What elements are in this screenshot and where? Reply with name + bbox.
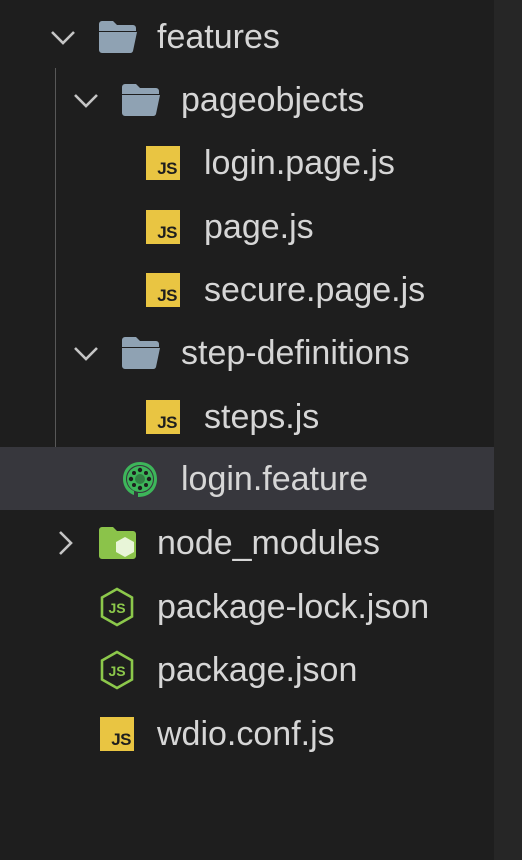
chevron-right-icon[interactable] xyxy=(50,528,80,558)
tree-item-wdio-conf-js[interactable]: JS wdio.conf.js xyxy=(0,702,494,765)
chevron-down-icon[interactable] xyxy=(71,338,101,368)
js-file-icon: JS xyxy=(146,145,180,180)
tree-item-login-feature[interactable]: login.feature xyxy=(0,447,494,510)
chevron-down-icon[interactable] xyxy=(71,85,101,115)
tree-item-label: steps.js xyxy=(204,397,320,436)
tree-item-package-lock-json[interactable]: JS package-lock.json xyxy=(0,575,494,638)
tree-item-label: page.js xyxy=(204,207,314,246)
tree-item-step-definitions[interactable]: step-definitions xyxy=(0,321,494,384)
tree-item-label: package-lock.json xyxy=(157,587,430,626)
nodejs-icon-text: JS xyxy=(108,600,125,616)
tree-item-login-page-js[interactable]: JS login.page.js xyxy=(0,131,494,194)
nodejs-icon-text: JS xyxy=(108,663,125,679)
tree-item-steps-js[interactable]: JS steps.js xyxy=(0,385,494,448)
tree-item-page-js[interactable]: JS page.js xyxy=(0,195,494,258)
tree-item-label: secure.page.js xyxy=(204,270,426,309)
tree-item-label: login.feature xyxy=(181,459,369,498)
chevron-down-icon[interactable] xyxy=(48,22,78,52)
js-file-icon: JS xyxy=(146,399,180,434)
nodejs-icon: JS xyxy=(100,650,134,689)
tree-item-pageobjects[interactable]: pageobjects xyxy=(0,68,494,131)
tree-item-secure-page-js[interactable]: JS secure.page.js xyxy=(0,258,494,321)
tree-item-features[interactable]: features xyxy=(0,5,494,68)
tree-item-label: package.json xyxy=(157,650,358,689)
js-file-icon: JS xyxy=(100,716,134,751)
tree-item-label: step-definitions xyxy=(181,333,410,372)
tree-item-label: wdio.conf.js xyxy=(157,714,335,753)
tree-item-label: node_modules xyxy=(157,523,381,562)
js-file-icon: JS xyxy=(146,272,180,307)
tree-item-label: features xyxy=(157,17,280,56)
cucumber-icon xyxy=(123,461,157,497)
tree-item-label: pageobjects xyxy=(181,80,365,119)
scrollbar-track[interactable] xyxy=(494,0,522,860)
folder-open-icon xyxy=(99,20,137,53)
tree-item-node-modules[interactable]: node_modules xyxy=(0,511,494,574)
js-file-icon: JS xyxy=(146,209,180,244)
folder-open-icon xyxy=(122,83,160,116)
tree-item-package-json[interactable]: JS package.json xyxy=(0,638,494,701)
file-explorer: features pageobjects JS login.page.js JS… xyxy=(0,0,494,860)
node-folder-icon xyxy=(99,526,136,559)
tree-item-label: login.page.js xyxy=(204,143,395,182)
nodejs-icon: JS xyxy=(100,587,134,626)
folder-open-icon xyxy=(122,336,160,369)
